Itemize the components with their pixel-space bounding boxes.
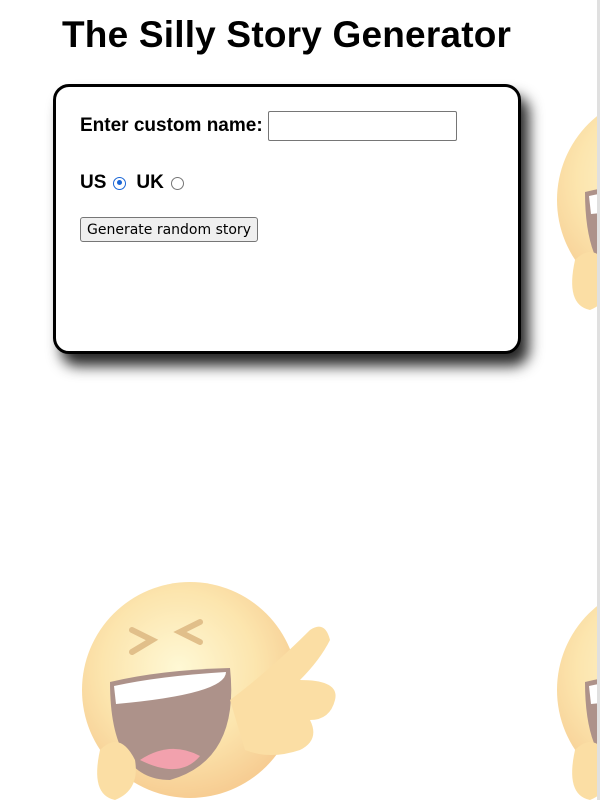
generate-story-button[interactable]: Generate random story (80, 217, 258, 242)
page-title: The Silly Story Generator (62, 14, 512, 55)
custom-name-row: Enter custom name: (80, 111, 457, 141)
story-form-panel: Enter custom name: US UK Generate random… (53, 84, 521, 354)
uk-radio[interactable] (170, 176, 184, 190)
custom-name-label: Enter custom name: (80, 115, 263, 136)
us-radio[interactable] (113, 176, 127, 190)
uk-label: UK (136, 172, 164, 193)
custom-name-input[interactable] (267, 111, 457, 141)
locale-radio-group: US UK (80, 172, 194, 194)
us-label: US (80, 172, 107, 193)
